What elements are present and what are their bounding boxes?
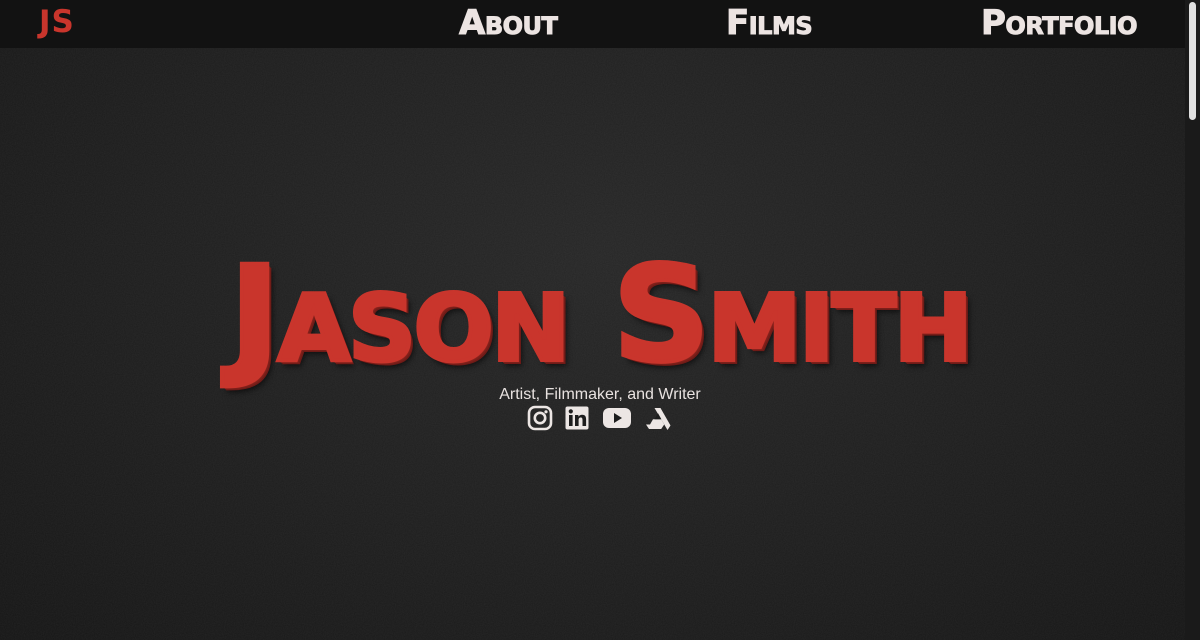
artstation-icon: [644, 404, 672, 432]
top-navbar: JS About Films Portfolio: [0, 0, 1200, 48]
hero-subtitle: Artist, Filmmaker, and Writer: [499, 386, 701, 403]
hero-section: Jason Smith Artist, Filmmaker, and Write…: [0, 0, 1200, 640]
nav-link-films[interactable]: Films: [725, 5, 813, 42]
youtube-link[interactable]: [602, 404, 632, 432]
scrollbar-thumb[interactable]: [1189, 2, 1196, 120]
youtube-icon: [602, 404, 632, 432]
instagram-icon: [527, 404, 553, 432]
page-scrollbar[interactable]: [1185, 0, 1200, 640]
linkedin-icon: [564, 404, 590, 432]
nav-link-about[interactable]: About: [458, 5, 558, 42]
linkedin-link[interactable]: [564, 404, 590, 432]
hero-title: Jason Smith: [228, 238, 975, 392]
social-links: [526, 404, 676, 432]
artstation-link[interactable]: [644, 404, 672, 432]
logo-link[interactable]: JS: [39, 4, 75, 40]
instagram-link[interactable]: [527, 404, 553, 432]
nav-link-portfolio[interactable]: Portfolio: [980, 5, 1138, 42]
